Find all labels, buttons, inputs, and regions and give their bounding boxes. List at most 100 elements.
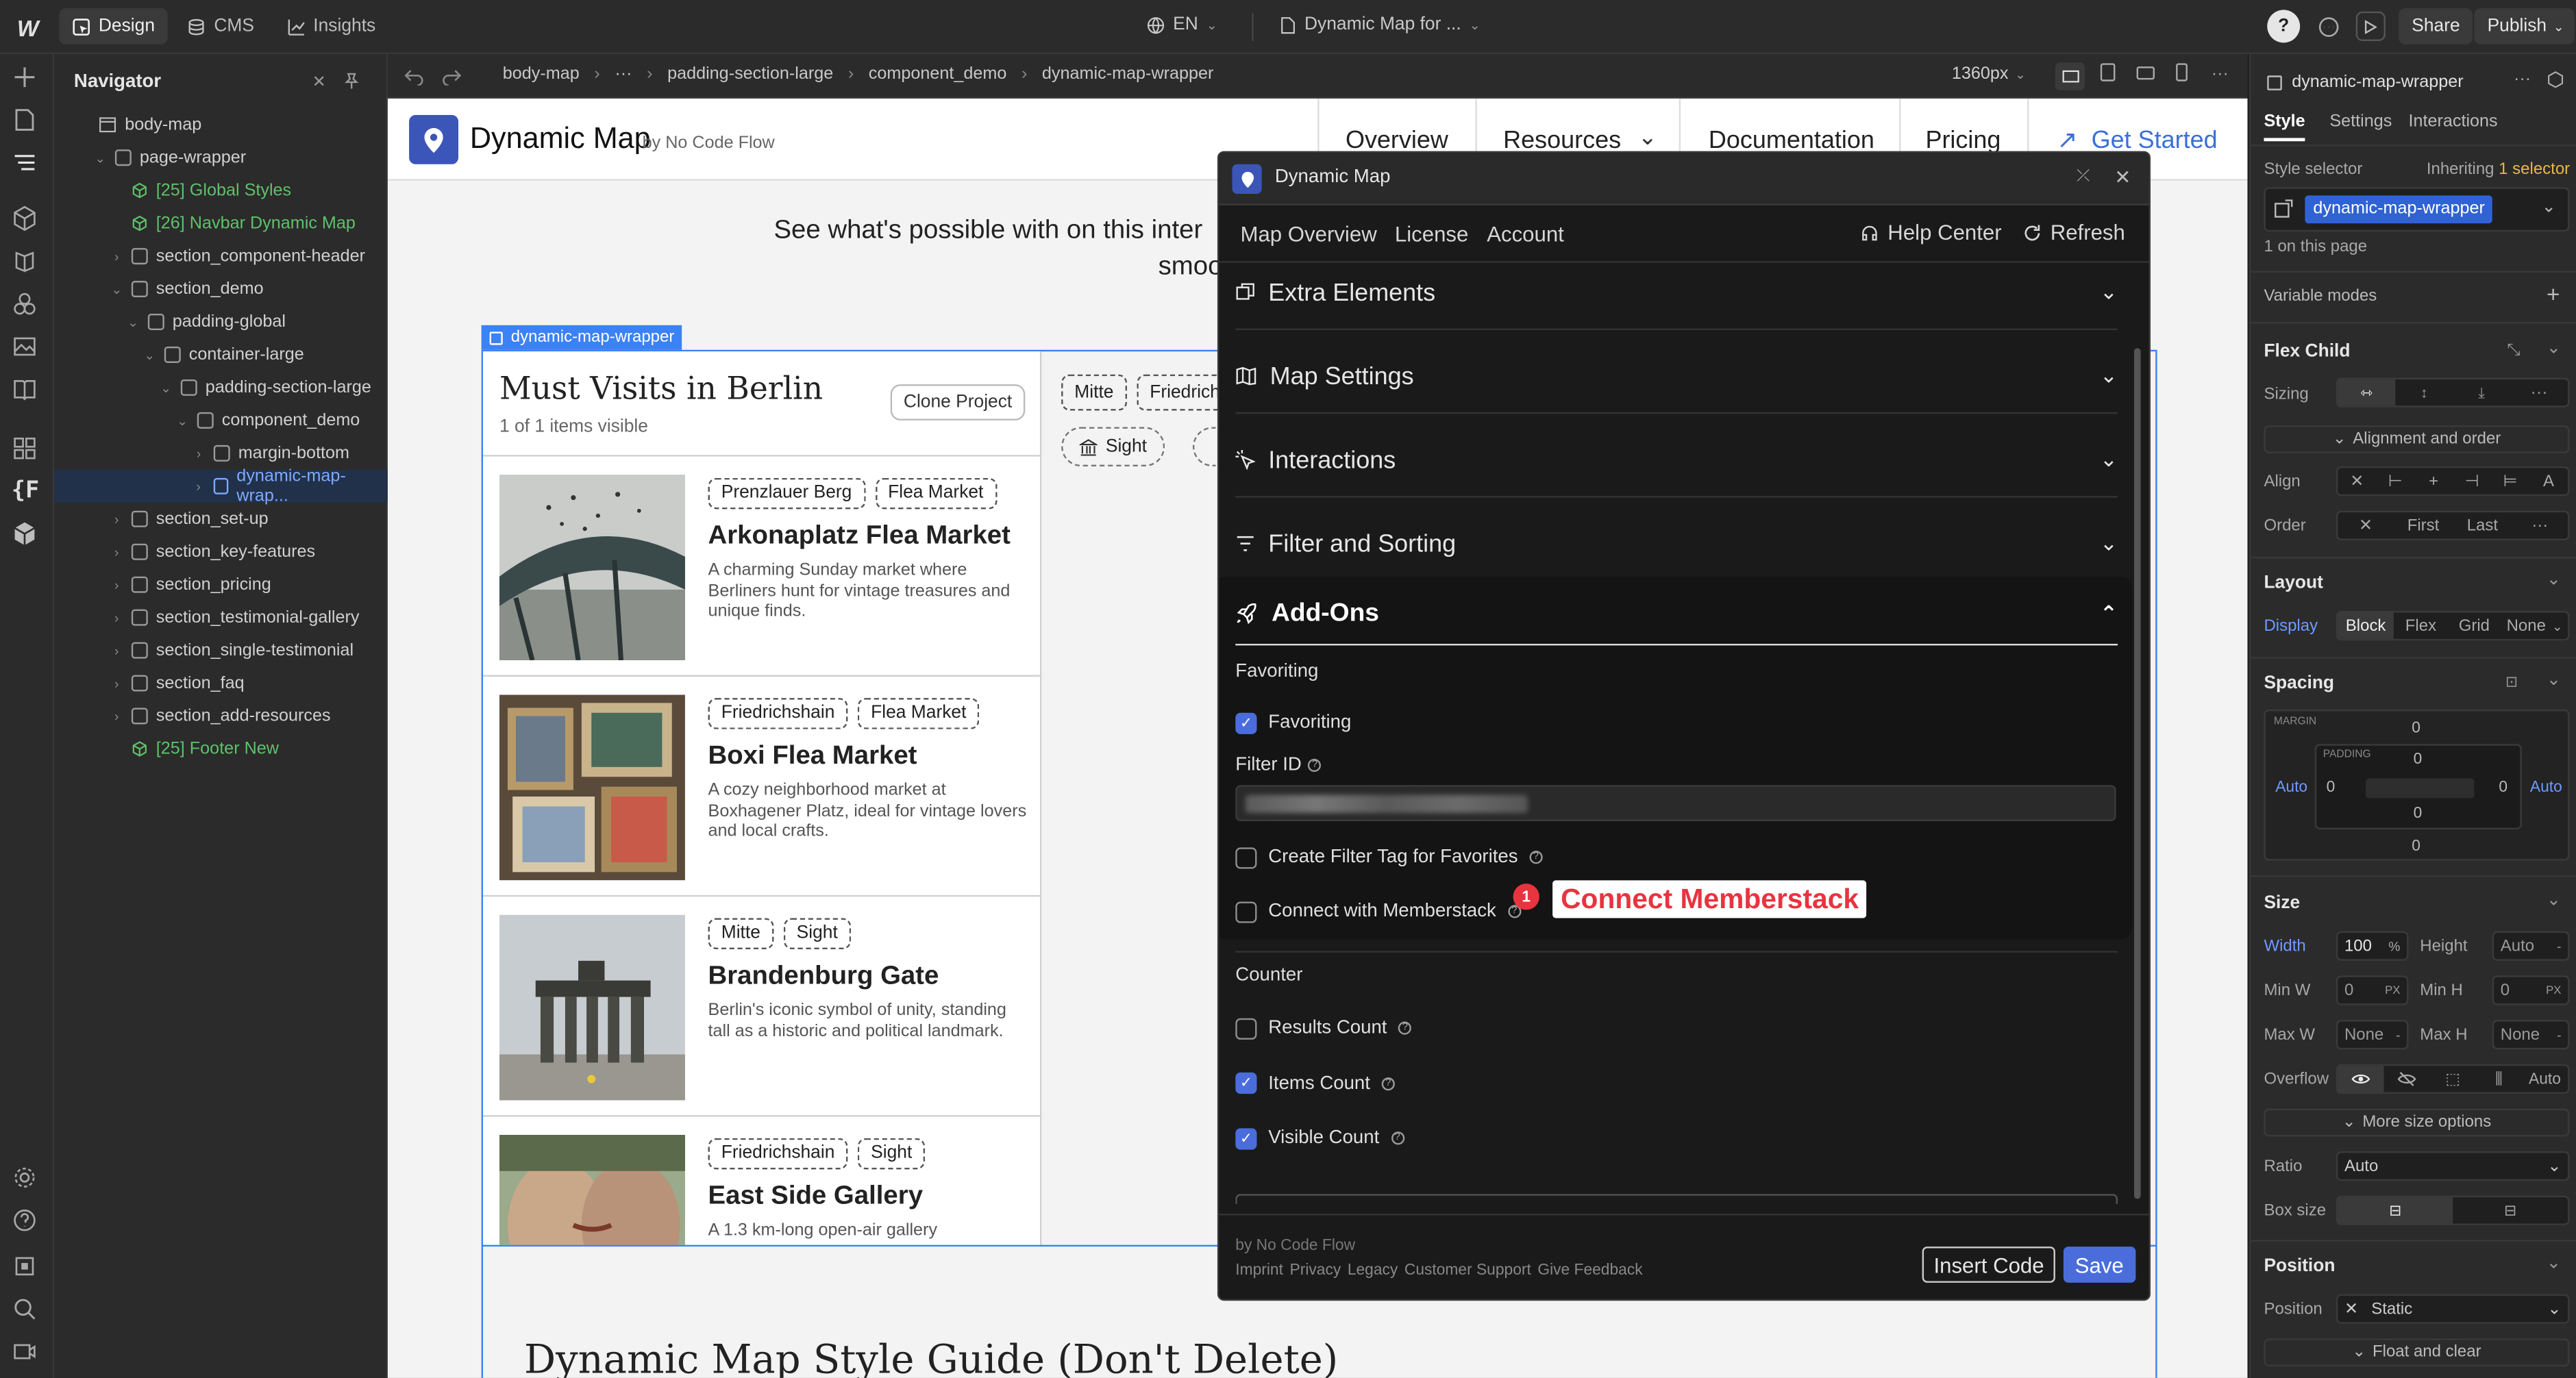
tab-style[interactable]: Style [2264, 112, 2305, 142]
menu-map-overview[interactable]: Map Overview [1240, 222, 1376, 247]
navigator-item[interactable]: › margin-bottom [54, 437, 388, 470]
inheriting-count[interactable]: 1 selector [2499, 161, 2570, 179]
section-extra-elements[interactable]: Extra Elements ⌄ [1235, 263, 2118, 330]
chevron-right-icon[interactable]: › [110, 643, 123, 658]
navigator-item[interactable]: [26] Navbar Dynamic Map [54, 207, 388, 240]
footer-link[interactable]: Privacy [1290, 1262, 1341, 1279]
desktop-breakpoint-icon[interactable] [2055, 62, 2085, 90]
margin-top-value[interactable]: 0 [2412, 719, 2420, 737]
breadcrumb-item[interactable]: ··· [615, 64, 632, 84]
counter-checkbox[interactable]: ✓ [1235, 1072, 1257, 1094]
add-icon[interactable] [12, 64, 41, 94]
max-width-input[interactable]: None - [2336, 1020, 2409, 1050]
chevron-right-icon[interactable]: › [110, 544, 123, 560]
padding-left-value[interactable]: 0 [2327, 779, 2336, 797]
order-last[interactable]: Last [2453, 516, 2512, 534]
height-input[interactable]: Auto - [2492, 931, 2570, 961]
margin-left-value[interactable]: Auto [2275, 779, 2307, 797]
margin-right-value[interactable]: Auto [2530, 779, 2562, 797]
align-stretch-icon[interactable]: ⊨ [2491, 472, 2529, 490]
min-height-unit[interactable]: PX [2546, 985, 2561, 997]
book-icon[interactable] [12, 376, 41, 405]
padding-bottom-value[interactable]: 0 [2414, 805, 2423, 823]
insert-code-button[interactable]: Insert Code [1922, 1247, 2056, 1283]
box-sizing-border-icon[interactable]: ⊟ [2338, 1197, 2453, 1224]
chevron-down-icon[interactable]: ⌄ [2547, 338, 2561, 358]
mobile-landscape-icon[interactable] [2135, 66, 2155, 81]
order-first[interactable]: First [2394, 516, 2453, 534]
chevron-right-icon[interactable]: › [110, 610, 123, 625]
chevron-down-icon[interactable]: ⌄ [2547, 670, 2561, 690]
navigator-item[interactable]: › section_testimonial-gallery [54, 601, 388, 634]
min-height-input[interactable]: 0 PX [2492, 975, 2570, 1005]
code-braces-icon[interactable]: {F [12, 478, 41, 508]
sizing-grow-icon[interactable]: ↕ [2395, 384, 2453, 401]
navigator-item[interactable]: ⌄ padding-global [54, 305, 388, 338]
tab-insights[interactable]: Insights [274, 8, 389, 45]
help-center-link[interactable]: Help Center [1860, 220, 2002, 245]
chevron-down-icon[interactable]: ⌄ [2547, 1253, 2561, 1273]
navigator-item[interactable]: › section_add-resources [54, 700, 388, 733]
overflow-auto[interactable]: Auto [2522, 1070, 2568, 1088]
chevron-right-icon[interactable]: › [110, 676, 123, 691]
breadcrumb-item[interactable]: dynamic-map-wrapper [1042, 64, 1213, 84]
navigator-item[interactable]: [25] Global Styles [54, 174, 388, 207]
page-switcher[interactable]: Dynamic Map for ... ⌄ [1280, 15, 1481, 34]
pin-icon[interactable] [343, 73, 360, 89]
tab-interactions[interactable]: Interactions [2408, 112, 2497, 131]
box-sizing-content-icon[interactable]: ⊟ [2453, 1201, 2568, 1219]
location-card[interactable]: Mitte Sight Brandenburg Gate Berlin's iconi… [483, 897, 1040, 1117]
undo-icon[interactable] [404, 66, 424, 86]
align-center-icon[interactable]: + [2414, 472, 2453, 490]
apps-icon[interactable] [12, 435, 41, 464]
viewport-width[interactable]: 1360px ⌄ [1952, 64, 2026, 84]
dialog-scrollbar[interactable] [2134, 348, 2141, 1199]
filter-tag-mitte[interactable]: Mitte [1061, 374, 1127, 411]
more-icon[interactable]: ··· [2212, 64, 2229, 84]
tab-cms[interactable]: CMS [175, 8, 267, 45]
footer-link[interactable]: Customer Support [1404, 1262, 1531, 1279]
section-interactions[interactable]: Interactions ⌄ [1235, 414, 2118, 498]
counter-checkbox[interactable]: ✓ [1235, 1127, 1257, 1149]
tablet-breakpoint-icon[interactable] [2100, 62, 2116, 82]
breadcrumb-item[interactable]: body-map [503, 64, 580, 84]
chevron-down-icon[interactable]: ⌄ [94, 150, 107, 165]
min-width-unit[interactable]: PX [2385, 985, 2400, 997]
minimize-icon[interactable]: ⤫ [2077, 168, 2090, 186]
navigator-item[interactable]: › section_set-up [54, 503, 388, 536]
footer-link[interactable]: Legacy [1348, 1262, 1398, 1279]
expand-icon[interactable]: ⤡ [2507, 342, 2520, 360]
menu-account[interactable]: Account [1487, 222, 1564, 247]
ratio-select[interactable]: Auto ⌄ [2336, 1151, 2570, 1181]
chevron-right-icon[interactable]: › [110, 709, 123, 724]
navigator-item[interactable]: › dynamic-map-wrap... [54, 466, 388, 506]
align-end-icon[interactable]: ⊣ [2453, 472, 2491, 490]
search-icon[interactable] [12, 1296, 41, 1325]
width-input[interactable]: 100% [2336, 931, 2409, 961]
connect-memberstack-button[interactable]: Connect Memberstack [1552, 880, 1868, 918]
sizing-shrink-icon[interactable]: ⇿ [2338, 379, 2396, 406]
more-size-options-toggle[interactable]: ⌄ More size options [2264, 1108, 2570, 1137]
padding-top-value[interactable]: 0 [2414, 751, 2423, 768]
tab-design[interactable]: Design [59, 8, 169, 45]
navigator-item[interactable]: › section_faq [54, 667, 388, 700]
navigator-item[interactable]: ⌄ container-large [54, 338, 388, 371]
package-small-icon[interactable] [2547, 71, 2564, 88]
align-start-icon[interactable]: ⊢ [2376, 472, 2414, 490]
chevron-right-icon[interactable]: › [110, 249, 123, 264]
navigator-item[interactable]: ⌄ padding-section-large [54, 371, 388, 404]
share-button[interactable]: Share [2399, 8, 2473, 45]
add-icon[interactable]: + [2547, 281, 2560, 307]
navigator-item[interactable]: body-map [54, 108, 388, 141]
preview-play-icon[interactable] [2355, 11, 2386, 41]
help-icon[interactable] [12, 1207, 41, 1237]
variables-icon[interactable] [12, 290, 41, 320]
counter-option[interactable]: ✓ Items Count? [1235, 1070, 1395, 1096]
counter-option[interactable]: Results Count? [1235, 1015, 1412, 1041]
chevron-right-icon[interactable]: › [110, 512, 123, 527]
width-unit[interactable]: % [2388, 938, 2400, 953]
overflow-scroll-icon[interactable]: ⬚ [2430, 1070, 2476, 1088]
section-filter-sorting[interactable]: Filter and Sorting ⌄ [1235, 498, 2118, 581]
sizing-none-icon[interactable]: ⤓ [2453, 384, 2510, 401]
comment-icon[interactable] [2316, 15, 2340, 38]
